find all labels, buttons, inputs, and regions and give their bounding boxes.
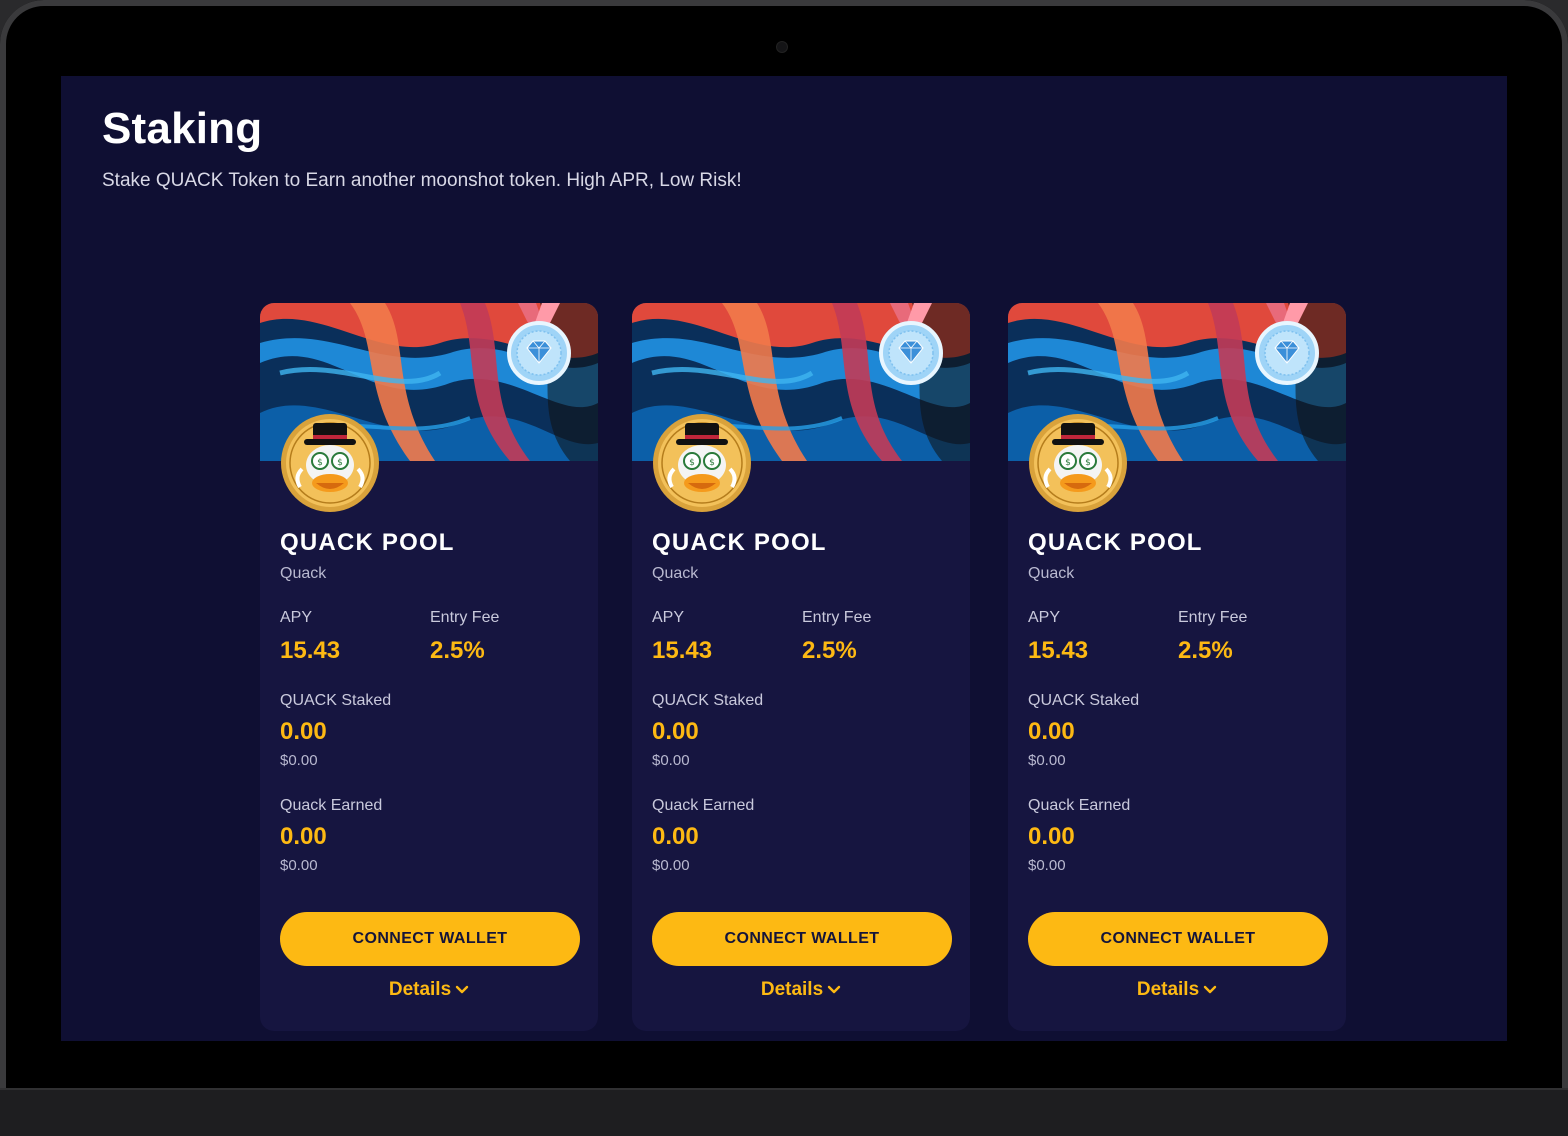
- svg-text:$: $: [1065, 458, 1071, 468]
- pool-card-1: $ $ QUACK POOL Quack APY 15.43 Entry Fee…: [260, 303, 598, 1031]
- apy-label: APY: [280, 609, 313, 626]
- earned-usd-value: $0.00: [280, 857, 318, 874]
- quack-duck-token-icon: $ $: [1029, 414, 1127, 512]
- details-label: Details: [760, 979, 824, 1000]
- app-screen: Staking Stake QUACK Token to Earn anothe…: [61, 76, 1507, 1041]
- pool-card-3: $ $ QUACK POOL Quack APY 15.43 Entry Fee…: [1008, 303, 1346, 1031]
- pool-token-name: Quack: [652, 565, 699, 582]
- earned-label: Quack Earned: [1028, 797, 1131, 814]
- details-toggle[interactable]: Details: [632, 979, 970, 1001]
- chevron-down-icon: [827, 985, 841, 994]
- quack-duck-token-icon: $ $: [281, 414, 379, 512]
- svg-text:$: $: [337, 458, 343, 468]
- quack-duck-token-icon: $ $: [653, 414, 751, 512]
- details-toggle[interactable]: Details: [1008, 979, 1346, 1001]
- earned-label: Quack Earned: [280, 797, 383, 814]
- entry-fee-label: Entry Fee: [1178, 609, 1248, 626]
- earned-value: 0.00: [280, 823, 327, 850]
- svg-text:$: $: [1085, 458, 1091, 468]
- staked-usd-value: $0.00: [280, 752, 318, 769]
- staked-label: QUACK Staked: [280, 692, 392, 709]
- entry-fee-label: Entry Fee: [802, 609, 872, 626]
- earned-usd-value: $0.00: [652, 857, 690, 874]
- diamond-medal-icon: [1255, 303, 1319, 385]
- staked-value: 0.00: [652, 718, 699, 745]
- svg-text:$: $: [709, 458, 715, 468]
- apy-value: 15.43: [280, 637, 341, 664]
- pool-token-name: Quack: [1028, 565, 1075, 582]
- apy-value: 15.43: [652, 637, 713, 664]
- pool-card-2: $ $ QUACK POOL Quack APY 15.43 Entry Fee…: [632, 303, 970, 1031]
- svg-text:$: $: [317, 458, 323, 468]
- earned-usd-value: $0.00: [1028, 857, 1066, 874]
- apy-label: APY: [652, 609, 685, 626]
- staked-value: 0.00: [280, 718, 327, 745]
- chevron-down-icon: [1203, 985, 1217, 994]
- details-label: Details: [388, 979, 452, 1000]
- laptop-base: [0, 1088, 1568, 1136]
- staked-value: 0.00: [1028, 718, 1075, 745]
- chevron-down-icon: [455, 985, 469, 994]
- connect-wallet-button[interactable]: CONNECT WALLET: [652, 912, 952, 966]
- entry-fee-value: 2.5%: [1178, 637, 1233, 664]
- pool-name: QUACK POOL: [280, 529, 455, 556]
- connect-wallet-button[interactable]: CONNECT WALLET: [1028, 912, 1328, 966]
- apy-label: APY: [1028, 609, 1061, 626]
- page-subtitle: Stake QUACK Token to Earn another moonsh…: [102, 170, 742, 191]
- staked-label: QUACK Staked: [652, 692, 764, 709]
- diamond-medal-icon: [879, 303, 943, 385]
- page-title: Staking: [102, 104, 263, 153]
- details-label: Details: [1136, 979, 1200, 1000]
- pool-token-name: Quack: [280, 565, 327, 582]
- connect-wallet-button[interactable]: CONNECT WALLET: [280, 912, 580, 966]
- staked-label: QUACK Staked: [1028, 692, 1140, 709]
- apy-value: 15.43: [1028, 637, 1089, 664]
- entry-fee-value: 2.5%: [430, 637, 485, 664]
- pool-name: QUACK POOL: [1028, 529, 1203, 556]
- earned-value: 0.00: [652, 823, 699, 850]
- pool-name: QUACK POOL: [652, 529, 827, 556]
- staked-usd-value: $0.00: [652, 752, 690, 769]
- camera-icon: [777, 42, 787, 52]
- diamond-medal-icon: [507, 303, 571, 385]
- svg-text:$: $: [689, 458, 695, 468]
- details-toggle[interactable]: Details: [260, 979, 598, 1001]
- entry-fee-label: Entry Fee: [430, 609, 500, 626]
- earned-value: 0.00: [1028, 823, 1075, 850]
- earned-label: Quack Earned: [652, 797, 755, 814]
- entry-fee-value: 2.5%: [802, 637, 857, 664]
- staked-usd-value: $0.00: [1028, 752, 1066, 769]
